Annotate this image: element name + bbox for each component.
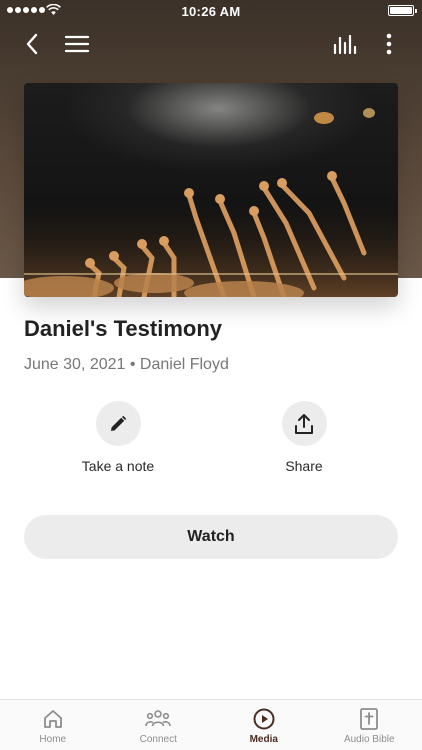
share-icon <box>295 413 313 434</box>
bible-icon <box>360 708 379 730</box>
media-title: Daniel's Testimony <box>24 316 222 341</box>
more-vertical-icon <box>386 33 392 55</box>
take-note-label: Take a note <box>81 458 155 474</box>
back-chevron-icon <box>26 33 38 55</box>
take-note-circle[interactable] <box>95 401 141 446</box>
share-circle[interactable] <box>281 401 327 446</box>
back-button[interactable] <box>16 28 48 60</box>
tab-media-label: Media <box>249 734 278 745</box>
media-meta: June 30, 2021 • Daniel Floyd <box>24 356 229 373</box>
battery-icon <box>388 5 417 16</box>
tab-home-label: Home <box>39 734 67 745</box>
share-button[interactable]: Share <box>234 401 374 474</box>
audio-levels-button[interactable] <box>329 28 361 60</box>
status-time: 10:26 AM <box>181 4 241 19</box>
status-bar: 10:26 AM <box>0 0 422 22</box>
watch-button[interactable]: Watch <box>24 515 398 559</box>
tab-audio-bible[interactable]: Audio Bible <box>317 700 422 750</box>
tab-bar: Home Connect Media Audio Bible <box>0 699 422 750</box>
people-icon <box>145 710 172 727</box>
more-options-button[interactable] <box>373 28 405 60</box>
play-circle-icon <box>253 708 275 730</box>
tab-connect-label: Connect <box>139 734 177 745</box>
home-icon <box>43 710 62 728</box>
tab-media[interactable]: Media <box>211 700 317 750</box>
share-label: Share <box>285 458 323 474</box>
tab-connect[interactable]: Connect <box>106 700 212 750</box>
menu-icon <box>65 35 89 53</box>
hero-image <box>24 83 398 297</box>
equalizer-icon <box>333 34 357 54</box>
pencil-icon <box>111 415 127 431</box>
take-note-button[interactable]: Take a note <box>48 401 188 474</box>
concert-hands-illustration <box>24 108 398 297</box>
tab-audio-bible-label: Audio Bible <box>343 734 395 745</box>
menu-button[interactable] <box>61 28 93 60</box>
tab-home[interactable]: Home <box>0 700 106 750</box>
